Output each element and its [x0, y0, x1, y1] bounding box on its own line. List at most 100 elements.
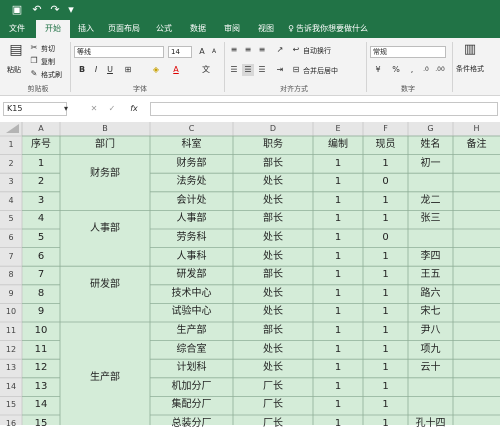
- table-header-cell[interactable]: 职务: [233, 136, 313, 155]
- table-cell[interactable]: 1: [313, 266, 363, 285]
- table-cell[interactable]: 处长: [233, 229, 313, 248]
- table-cell[interactable]: 1: [313, 415, 363, 434]
- tab-file[interactable]: 文件: [4, 20, 30, 38]
- table-cell[interactable]: 人事部: [150, 210, 233, 229]
- format-painter-icon[interactable]: ✎: [28, 68, 40, 80]
- table-cell[interactable]: 李四: [408, 248, 453, 267]
- table-cell[interactable]: 处长: [233, 285, 313, 304]
- table-header-cell[interactable]: 部门: [60, 136, 150, 155]
- row-header[interactable]: 11: [0, 322, 22, 341]
- copy-button[interactable]: 复制: [41, 57, 55, 67]
- currency-icon[interactable]: ¥: [372, 64, 384, 76]
- merged-department-cell[interactable]: 人事部: [60, 210, 150, 247]
- table-cell[interactable]: 1: [313, 173, 363, 192]
- comma-icon[interactable]: ,: [406, 64, 418, 76]
- table-cell[interactable]: 1: [363, 192, 408, 211]
- align-middle-icon[interactable]: ≡: [242, 44, 254, 56]
- table-cell[interactable]: 尹八: [408, 322, 453, 341]
- italic-icon[interactable]: I: [90, 64, 102, 76]
- decrease-decimal-icon[interactable]: .00: [434, 64, 446, 76]
- table-cell[interactable]: 12: [22, 359, 60, 378]
- table-cell[interactable]: 2: [22, 173, 60, 192]
- table-cell[interactable]: 1: [313, 322, 363, 341]
- align-left-icon[interactable]: ☰: [228, 64, 240, 76]
- table-header-cell[interactable]: 序号: [22, 136, 60, 155]
- save-icon[interactable]: ▣: [10, 3, 24, 17]
- tab-data[interactable]: 数据: [184, 20, 212, 38]
- row-header[interactable]: 3: [0, 173, 22, 192]
- table-cell[interactable]: 1: [363, 359, 408, 378]
- enter-icon[interactable]: ✓: [106, 103, 118, 115]
- table-cell[interactable]: 张三: [408, 210, 453, 229]
- table-cell[interactable]: 1: [313, 229, 363, 248]
- increase-decimal-icon[interactable]: .0: [420, 64, 432, 76]
- align-center-icon[interactable]: ☰: [242, 64, 254, 76]
- phonetic-icon[interactable]: 文: [200, 64, 212, 76]
- row-header[interactable]: 15: [0, 396, 22, 415]
- table-cell[interactable]: 处长: [233, 359, 313, 378]
- table-cell[interactable]: 1: [363, 396, 408, 415]
- tab-review[interactable]: 审阅: [218, 20, 246, 38]
- name-box[interactable]: K15: [3, 102, 67, 116]
- redo-icon[interactable]: ↷: [48, 3, 62, 17]
- table-cell[interactable]: 1: [313, 359, 363, 378]
- table-cell[interactable]: 财务部: [150, 155, 233, 174]
- table-cell[interactable]: 部长: [233, 322, 313, 341]
- table-cell[interactable]: 王五: [408, 266, 453, 285]
- indent-icon[interactable]: ⇥: [274, 64, 286, 76]
- row-header[interactable]: 13: [0, 359, 22, 378]
- table-cell[interactable]: 1: [22, 155, 60, 174]
- font-color-icon[interactable]: A: [170, 64, 182, 76]
- row-header[interactable]: 6: [0, 229, 22, 248]
- underline-icon[interactable]: U: [104, 64, 116, 76]
- tab-formulas[interactable]: 公式: [150, 20, 178, 38]
- table-cell[interactable]: 1: [313, 155, 363, 174]
- conditional-format-button[interactable]: 条件格式: [456, 64, 484, 74]
- table-cell[interactable]: 1: [363, 415, 408, 434]
- paste-button[interactable]: 粘贴: [7, 65, 21, 75]
- customize-icon[interactable]: ▾: [64, 3, 78, 17]
- table-cell[interactable]: 厂长: [233, 396, 313, 415]
- align-bottom-icon[interactable]: ≡: [256, 44, 268, 56]
- table-cell[interactable]: 部长: [233, 210, 313, 229]
- table-cell[interactable]: 9: [22, 303, 60, 322]
- table-cell[interactable]: 11: [22, 341, 60, 360]
- column-header-d[interactable]: D: [233, 122, 313, 136]
- table-cell[interactable]: 综合室: [150, 341, 233, 360]
- table-cell[interactable]: 0: [363, 173, 408, 192]
- orientation-icon[interactable]: ↗: [274, 44, 286, 56]
- table-cell[interactable]: 研发部: [150, 266, 233, 285]
- increase-font-icon[interactable]: A: [196, 46, 208, 58]
- table-cell[interactable]: 1: [313, 378, 363, 397]
- copy-icon[interactable]: ❐: [28, 55, 40, 67]
- row-header[interactable]: 4: [0, 192, 22, 211]
- table-cell[interactable]: 8: [22, 285, 60, 304]
- table-cell[interactable]: 劳务科: [150, 229, 233, 248]
- insert-function-icon[interactable]: fx: [128, 103, 140, 115]
- row-header[interactable]: 10: [0, 303, 22, 322]
- table-cell[interactable]: 试验中心: [150, 303, 233, 322]
- table-cell[interactable]: 15: [22, 415, 60, 434]
- table-header-cell[interactable]: 现员: [363, 136, 408, 155]
- table-cell[interactable]: 1: [363, 322, 408, 341]
- merged-department-cell[interactable]: 研发部: [60, 266, 150, 303]
- table-cell[interactable]: 云十: [408, 359, 453, 378]
- column-header-c[interactable]: C: [150, 122, 233, 136]
- table-cell[interactable]: 处长: [233, 303, 313, 322]
- row-header[interactable]: 16: [0, 415, 22, 434]
- column-header-e[interactable]: E: [313, 122, 363, 136]
- column-header-f[interactable]: F: [363, 122, 408, 136]
- wrap-text-icon[interactable]: ↩: [290, 44, 302, 56]
- borders-icon[interactable]: ⊞: [122, 64, 134, 76]
- table-cell[interactable]: 处长: [233, 248, 313, 267]
- table-cell[interactable]: 法务处: [150, 173, 233, 192]
- undo-icon[interactable]: ↶: [30, 3, 44, 17]
- tab-insert[interactable]: 插入: [72, 20, 100, 38]
- table-header-cell[interactable]: 编制: [313, 136, 363, 155]
- table-cell[interactable]: 1: [363, 285, 408, 304]
- cut-button[interactable]: 剪切: [41, 44, 55, 54]
- table-cell[interactable]: 4: [22, 210, 60, 229]
- table-cell[interactable]: 厂长: [233, 415, 313, 434]
- merged-department-cell[interactable]: 生产部: [60, 322, 150, 434]
- percent-icon[interactable]: %: [390, 64, 402, 76]
